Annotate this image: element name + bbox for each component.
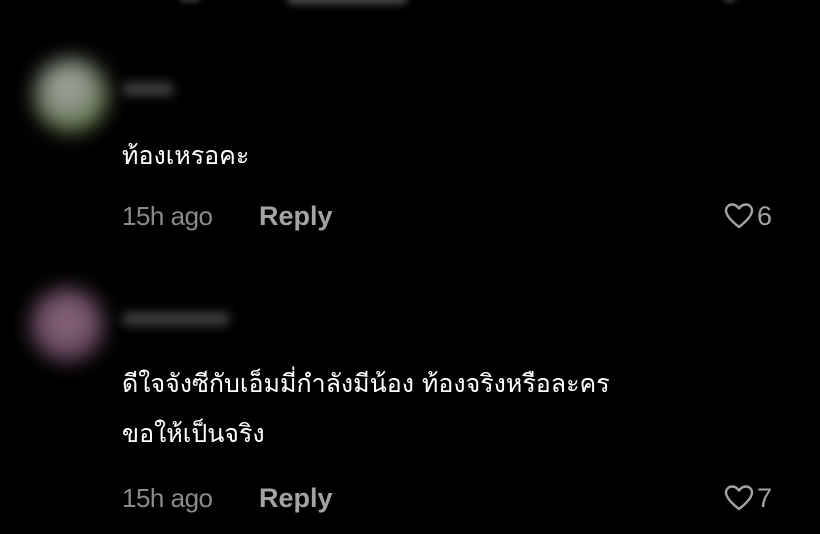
- like-count: 7: [756, 483, 772, 513]
- reply-button[interactable]: Reply: [259, 198, 333, 234]
- comment-meta-row: 15h ago Reply 7: [122, 480, 772, 516]
- comment-text: ดีใจจังซีกับเอ็มมี่กำลังมีน้อง ท้องจริงห…: [122, 369, 610, 398]
- like-button[interactable]: 6: [724, 198, 772, 234]
- cutoff-text-fragment: [180, 0, 200, 2]
- heart-outline-icon: [724, 203, 754, 229]
- comments-screen: ท้องเหรอคะ 15h ago Reply 6 ดีใจจังซีกับเ…: [0, 0, 820, 534]
- cutoff-text-fragment: [287, 0, 407, 4]
- like-button[interactable]: 7: [724, 480, 772, 516]
- comment-timestamp: 15h ago: [122, 483, 213, 513]
- heart-outline-icon: [724, 485, 754, 511]
- username[interactable]: [122, 82, 174, 96]
- cutoff-text-fragment: [722, 0, 736, 2]
- reply-button[interactable]: Reply: [259, 480, 333, 516]
- comment-text-line-2: ขอให้เป็นจริง: [122, 419, 265, 448]
- avatar[interactable]: [34, 58, 108, 132]
- previous-comment-meta-cutoff: [122, 0, 762, 6]
- like-count: 6: [756, 201, 772, 231]
- comment-timestamp: 15h ago: [122, 201, 213, 231]
- comment-text: ท้องเหรอคะ: [122, 141, 250, 170]
- username[interactable]: [122, 312, 230, 326]
- comment-meta-row: 15h ago Reply 6: [122, 198, 772, 234]
- avatar[interactable]: [30, 288, 104, 362]
